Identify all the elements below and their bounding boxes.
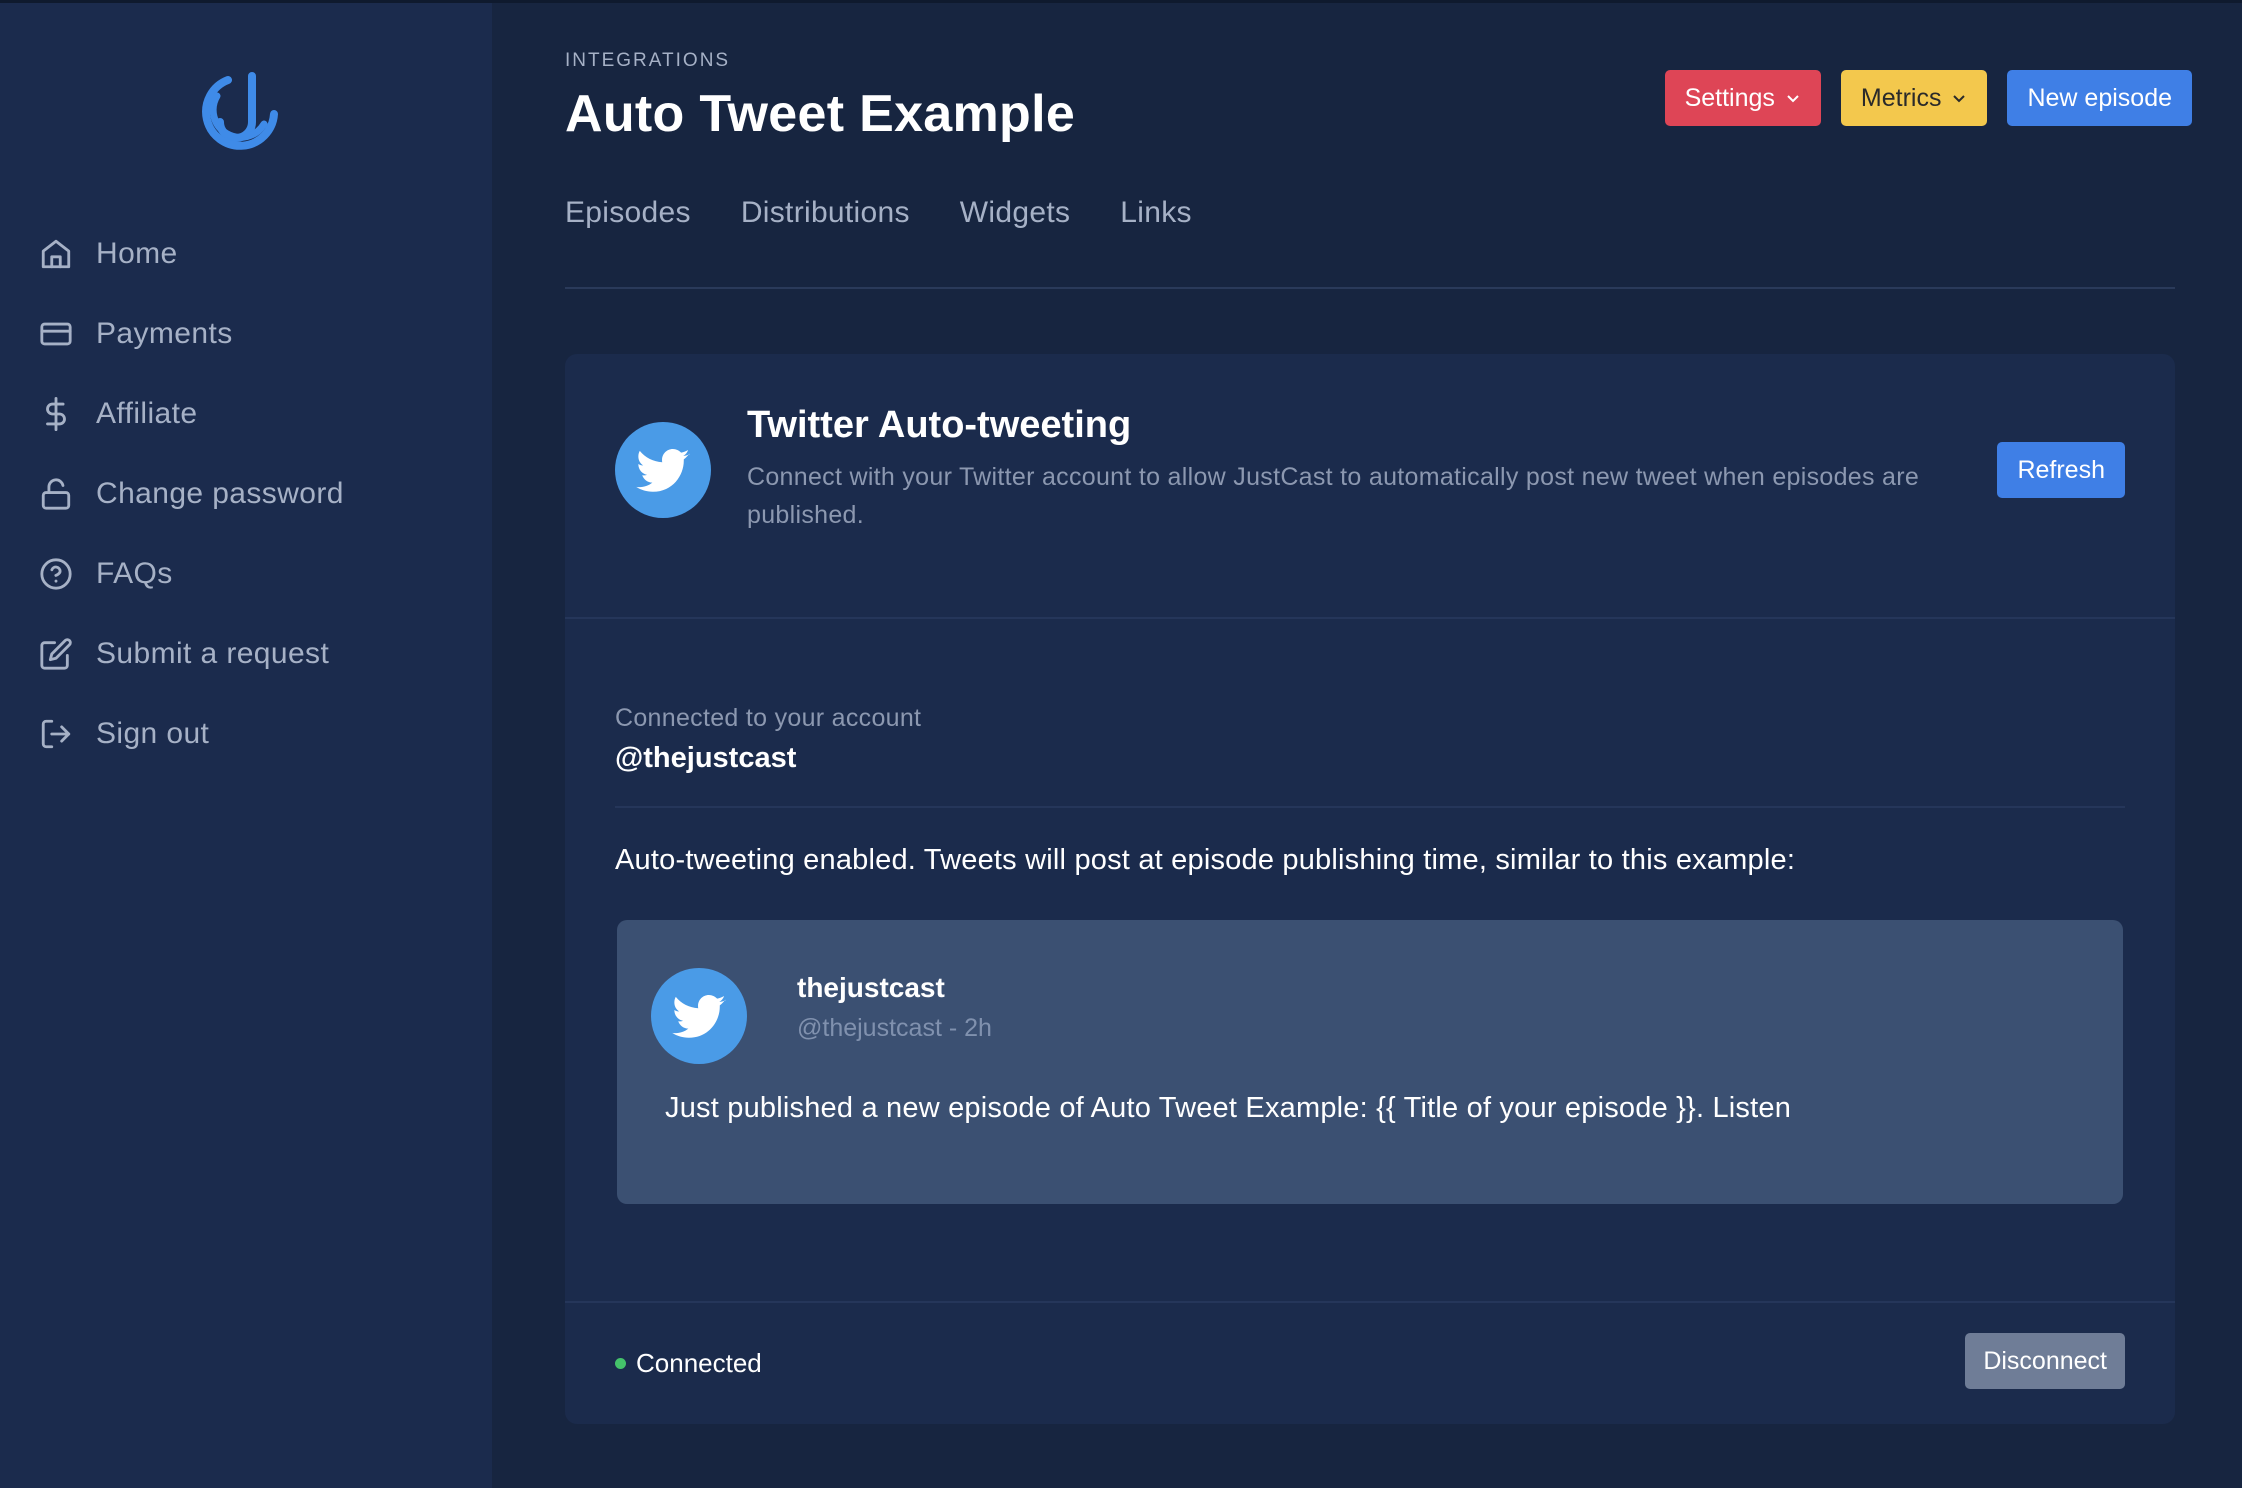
card-divider	[565, 617, 2175, 619]
chevron-down-icon	[1787, 95, 1799, 103]
connection-status: Connected	[615, 1348, 762, 1379]
question-circle-icon	[38, 556, 74, 592]
sidebar-item-sign-out[interactable]: Sign out	[38, 694, 478, 774]
home-icon	[38, 236, 74, 272]
sign-out-icon	[38, 716, 74, 752]
chevron-down-icon	[1953, 95, 1966, 103]
edit-icon	[38, 636, 74, 672]
twitter-integration-card: Twitter Auto-tweeting Connect with your …	[565, 354, 2175, 1424]
card-title: Twitter Auto-tweeting	[747, 404, 1132, 446]
tab-links[interactable]: Links	[1120, 196, 1192, 230]
justcast-logo-icon[interactable]	[190, 62, 290, 162]
account-divider	[615, 806, 2125, 808]
app-root: Home Payments Affiliate Change password	[0, 0, 2242, 1488]
sidebar-item-affiliate[interactable]: Affiliate	[38, 374, 478, 454]
sidebar-item-home[interactable]: Home	[38, 214, 478, 294]
footer-divider	[565, 1301, 2175, 1303]
tweet-body: Just published a new episode of Auto Twe…	[665, 1092, 1792, 1124]
tweet-author-name: thejustcast	[797, 972, 945, 1003]
tab-distributions[interactable]: Distributions	[741, 196, 910, 230]
connected-account-label: Connected to your account	[615, 704, 922, 732]
sidebar: Home Payments Affiliate Change password	[0, 0, 492, 1488]
sidebar-top-border	[0, 0, 492, 3]
main-top-border	[492, 0, 2242, 3]
disconnect-button[interactable]: Disconnect	[1965, 1333, 2125, 1389]
settings-dropdown-button[interactable]: Settings	[1664, 70, 1821, 126]
tweet-preview: thejustcast @thejustcast - 2h Just publi…	[617, 920, 2123, 1204]
new-episode-button[interactable]: New episode	[2007, 70, 2192, 126]
connected-account-handle: @thejustcast	[615, 742, 797, 774]
sidebar-item-faqs[interactable]: FAQs	[38, 534, 478, 614]
page-title: Auto Tweet Example	[565, 85, 1076, 143]
sidebar-item-label: FAQs	[96, 557, 173, 590]
card-description: Connect with your Twitter account to all…	[747, 463, 1920, 529]
main-content: INTEGRATIONS Auto Tweet Example Settings…	[492, 0, 2242, 1488]
sidebar-item-label: Payments	[96, 317, 233, 350]
tweet-author-meta: @thejustcast - 2h	[797, 1014, 992, 1042]
twitter-avatar-icon	[651, 968, 747, 1064]
sidebar-item-label: Home	[96, 237, 178, 270]
sidebar-item-label: Affiliate	[96, 397, 198, 430]
card-header: Twitter Auto-tweeting Connect with your …	[565, 354, 2175, 618]
sidebar-nav: Home Payments Affiliate Change password	[38, 214, 478, 774]
tabs-divider	[565, 287, 2175, 289]
tab-widgets[interactable]: Widgets	[960, 196, 1070, 230]
refresh-button[interactable]: Refresh	[1997, 442, 2125, 498]
settings-label: Settings	[1684, 83, 1775, 112]
twitter-icon	[615, 422, 711, 518]
sidebar-item-change-password[interactable]: Change password	[38, 454, 478, 534]
sidebar-item-label: Sign out	[96, 717, 210, 750]
sidebar-item-submit-request[interactable]: Submit a request	[38, 614, 478, 694]
tab-bar: Episodes Distributions Widgets Links	[565, 196, 1192, 230]
unlock-icon	[38, 476, 74, 512]
dollar-icon	[38, 396, 74, 432]
tab-episodes[interactable]: Episodes	[565, 196, 691, 230]
header-actions: Settings Metrics New episode	[1664, 70, 2192, 126]
metrics-label: Metrics	[1860, 83, 1942, 112]
sidebar-item-label: Change password	[96, 477, 344, 510]
status-text: Connected	[636, 1348, 762, 1378]
sidebar-item-label: Submit a request	[96, 637, 330, 670]
credit-card-icon	[38, 316, 74, 352]
breadcrumb: INTEGRATIONS	[565, 50, 731, 71]
new-episode-label: New episode	[2027, 83, 2172, 112]
sidebar-item-payments[interactable]: Payments	[38, 294, 478, 374]
auto-tweet-enabled-text: Auto-tweeting enabled. Tweets will post …	[615, 844, 1796, 876]
status-dot-icon	[615, 1358, 626, 1369]
metrics-dropdown-button[interactable]: Metrics	[1840, 70, 1988, 126]
